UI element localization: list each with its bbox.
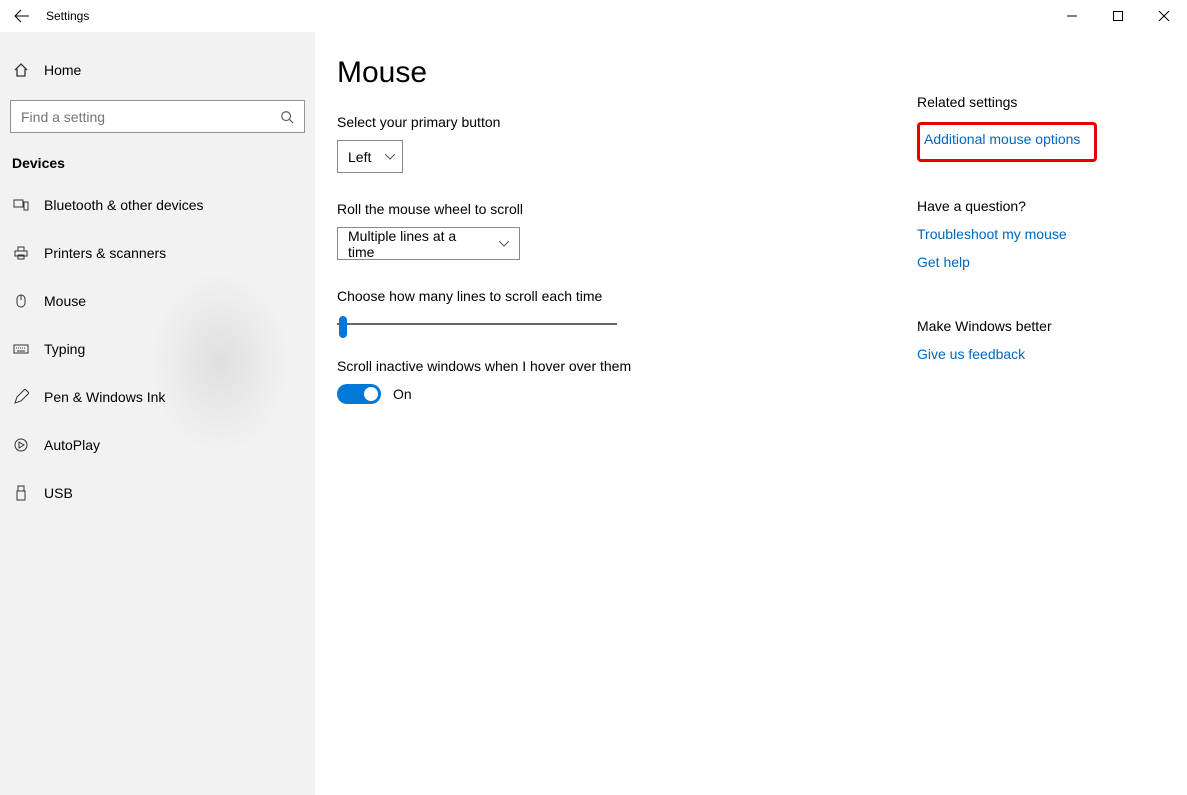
wheel-scroll-value: Multiple lines at a time bbox=[348, 228, 485, 260]
minimize-button[interactable] bbox=[1049, 0, 1095, 32]
sidebar-item-mouse[interactable]: Mouse bbox=[0, 277, 315, 325]
sidebar-item-label: Bluetooth & other devices bbox=[44, 197, 204, 213]
close-button[interactable] bbox=[1141, 0, 1187, 32]
maximize-icon bbox=[1113, 11, 1123, 21]
close-icon bbox=[1159, 11, 1169, 21]
wheel-scroll-label: Roll the mouse wheel to scroll bbox=[337, 201, 917, 217]
window-title: Settings bbox=[46, 9, 89, 23]
sidebar-item-label: Pen & Windows Ink bbox=[44, 389, 165, 405]
additional-mouse-options-highlight: Additional mouse options bbox=[917, 122, 1097, 162]
primary-button-value: Left bbox=[348, 149, 371, 165]
chevron-down-icon bbox=[385, 154, 395, 160]
related-settings-heading: Related settings bbox=[917, 94, 1157, 110]
autoplay-icon bbox=[12, 437, 30, 453]
additional-mouse-options-link[interactable]: Additional mouse options bbox=[924, 131, 1080, 147]
page-title: Mouse bbox=[337, 56, 917, 90]
lines-scroll-slider[interactable] bbox=[337, 314, 617, 334]
sidebar-item-typing[interactable]: Typing bbox=[0, 325, 315, 373]
back-button[interactable] bbox=[0, 0, 44, 32]
arrow-left-icon bbox=[14, 8, 30, 24]
keyboard-icon bbox=[12, 341, 30, 357]
sidebar: Home Devices Bluetooth & other devices P… bbox=[0, 32, 315, 795]
have-question-heading: Have a question? bbox=[917, 198, 1157, 214]
sidebar-item-label: Typing bbox=[44, 341, 85, 357]
sidebar-home-label: Home bbox=[44, 62, 81, 78]
primary-button-dropdown[interactable]: Left bbox=[337, 140, 403, 173]
home-icon bbox=[12, 62, 30, 78]
wheel-scroll-dropdown[interactable]: Multiple lines at a time bbox=[337, 227, 520, 260]
sidebar-item-printers[interactable]: Printers & scanners bbox=[0, 229, 315, 277]
right-column: Related settings Additional mouse option… bbox=[917, 50, 1157, 795]
sidebar-item-label: AutoPlay bbox=[44, 437, 100, 453]
title-bar: Settings bbox=[0, 0, 1187, 32]
slider-track bbox=[337, 323, 617, 325]
sidebar-item-pen[interactable]: Pen & Windows Ink bbox=[0, 373, 315, 421]
mouse-icon bbox=[12, 293, 30, 309]
minimize-icon bbox=[1067, 11, 1077, 21]
inactive-windows-toggle[interactable] bbox=[337, 384, 381, 404]
main-content: Mouse Select your primary button Left Ro… bbox=[337, 50, 917, 795]
inactive-windows-value: On bbox=[393, 386, 412, 402]
sidebar-item-label: Printers & scanners bbox=[44, 245, 166, 261]
make-windows-better-heading: Make Windows better bbox=[917, 318, 1157, 334]
sidebar-item-label: Mouse bbox=[44, 293, 86, 309]
troubleshoot-mouse-link[interactable]: Troubleshoot my mouse bbox=[917, 226, 1067, 242]
inactive-windows-label: Scroll inactive windows when I hover ove… bbox=[337, 358, 917, 374]
search-input[interactable] bbox=[21, 109, 280, 125]
devices-icon bbox=[12, 197, 30, 213]
chevron-down-icon bbox=[499, 241, 509, 247]
lines-scroll-label: Choose how many lines to scroll each tim… bbox=[337, 288, 917, 304]
give-feedback-link[interactable]: Give us feedback bbox=[917, 346, 1025, 362]
usb-icon bbox=[12, 485, 30, 501]
maximize-button[interactable] bbox=[1095, 0, 1141, 32]
search-icon bbox=[280, 110, 294, 124]
get-help-link[interactable]: Get help bbox=[917, 254, 970, 270]
search-box[interactable] bbox=[10, 100, 305, 133]
toggle-knob bbox=[364, 387, 378, 401]
sidebar-item-label: USB bbox=[44, 485, 73, 501]
slider-thumb[interactable] bbox=[339, 316, 347, 338]
sidebar-section-header: Devices bbox=[0, 133, 315, 181]
sidebar-item-autoplay[interactable]: AutoPlay bbox=[0, 421, 315, 469]
printer-icon bbox=[12, 245, 30, 261]
sidebar-item-bluetooth[interactable]: Bluetooth & other devices bbox=[0, 181, 315, 229]
primary-button-label: Select your primary button bbox=[337, 114, 917, 130]
pen-icon bbox=[12, 389, 30, 405]
sidebar-home[interactable]: Home bbox=[0, 50, 315, 90]
sidebar-item-usb[interactable]: USB bbox=[0, 469, 315, 517]
